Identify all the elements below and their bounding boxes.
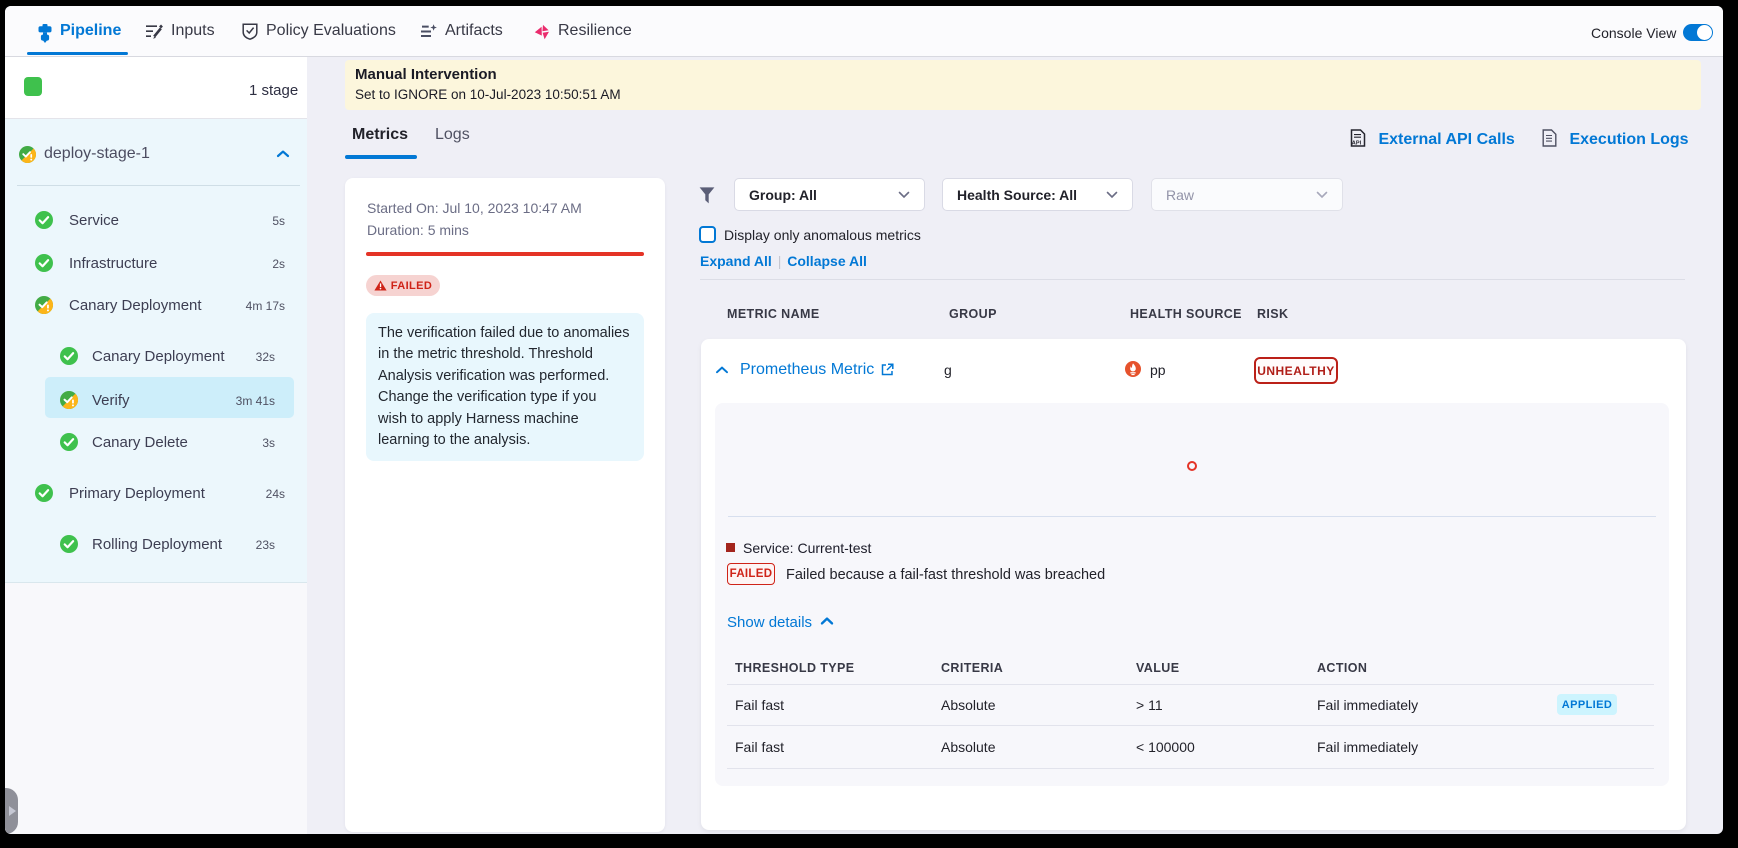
svg-text:API: API (1352, 141, 1362, 147)
